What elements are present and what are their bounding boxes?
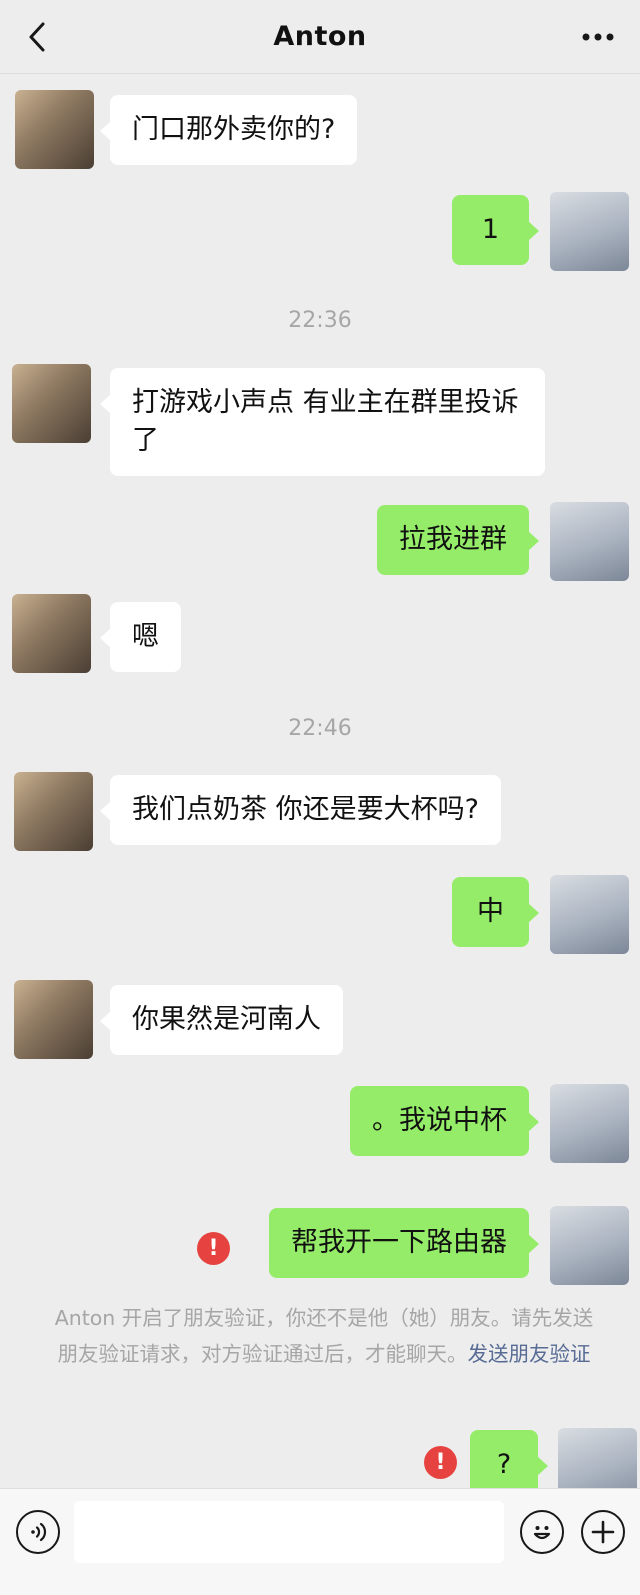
friend-verification-notice: Anton 开启了朋友验证，你还不是他（她）朋友。请先发送朋友验证请求，对方验证… [46,1300,602,1372]
voice-icon [31,1522,47,1542]
emoji-button[interactable] [520,1510,564,1554]
send-failed-icon[interactable]: ! [197,1232,230,1265]
contact-avatar[interactable] [14,772,93,851]
voice-button[interactable] [16,1510,60,1554]
timestamp: 22:46 [288,716,352,741]
outgoing-message[interactable]: 中 [452,877,539,947]
my-avatar[interactable] [550,1084,629,1163]
incoming-message[interactable]: 我们点奶茶 你还是要大杯吗? [100,775,501,845]
contact-avatar[interactable] [15,90,94,169]
send-failed-icon[interactable]: ! [424,1446,457,1479]
chat-header: Anton [0,0,640,74]
my-avatar[interactable] [550,875,629,954]
send-friend-request-link[interactable]: 发送朋友验证 [468,1342,591,1366]
emoji-icon [533,1526,551,1540]
chat-title: Anton [273,21,367,52]
more-button[interactable] [578,20,618,54]
contact-avatar[interactable] [14,980,93,1059]
contact-avatar[interactable] [12,364,91,443]
timestamp: 22:36 [288,308,352,333]
outgoing-message[interactable]: 1 [452,195,539,265]
incoming-message[interactable]: 嗯 [100,602,181,672]
more-functions-button[interactable] [581,1510,625,1554]
more-dots-icon [582,33,614,41]
incoming-message[interactable]: 打游戏小声点 有业主在群里投诉了 [100,368,545,476]
outgoing-message[interactable]: 拉我进群 [377,505,539,575]
outgoing-message[interactable]: 帮我开一下路由器 [269,1208,539,1278]
my-avatar[interactable] [550,192,629,271]
my-avatar[interactable] [550,502,629,581]
my-avatar[interactable] [550,1206,629,1285]
incoming-message[interactable]: 你果然是河南人 [100,985,343,1055]
contact-avatar[interactable] [12,594,91,673]
input-bar [0,1488,640,1595]
outgoing-message[interactable]: 。我说中杯 [350,1086,539,1156]
incoming-message[interactable]: 门口那外卖你的? [99,95,358,165]
plus-icon [591,1520,615,1544]
message-input[interactable] [74,1501,504,1563]
